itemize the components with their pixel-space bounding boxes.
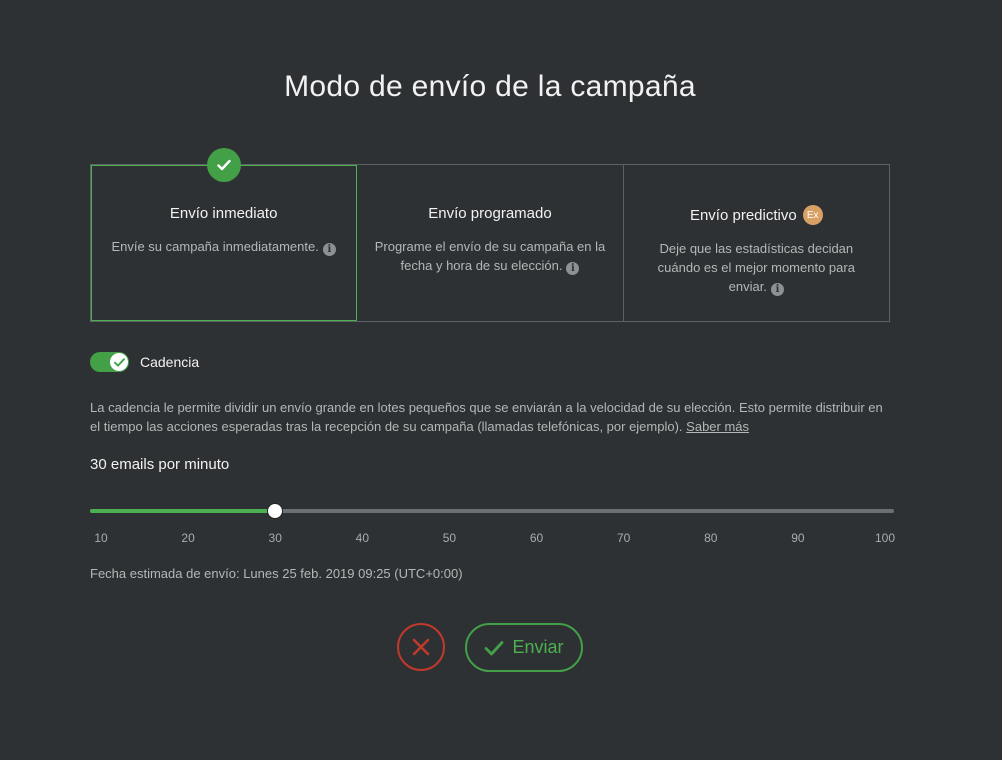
slider-tick-label: 10 [94, 531, 108, 545]
option-description: Programe el envío de su campaña en la fe… [371, 237, 608, 275]
send-mode-options: Envío inmediato Envíe su campaña inmedia… [90, 148, 890, 322]
info-icon[interactable]: i [322, 243, 336, 256]
slider-tick-label: 70 [616, 531, 631, 545]
selected-check-icon [206, 148, 241, 182]
slider-tick-label: 100 [874, 531, 896, 545]
option-title-text: Envío predictivo [689, 206, 797, 224]
cadence-label: Cadencia [140, 354, 200, 370]
slider-ticks: 10 20 30 40 50 60 70 80 90 100 [90, 531, 900, 547]
check-icon [485, 640, 504, 655]
slider-tick-label: 40 [355, 531, 370, 545]
option-predictive-send[interactable]: Envío predictivo Ex Deje que las estadís… [624, 165, 889, 321]
slider-tick-label: 80 [704, 531, 718, 545]
option-title: Envío inmediato [170, 205, 278, 222]
cadence-rate-slider[interactable] [90, 502, 894, 520]
campaign-send-mode-page: Modo de envío de la campaña Envío inmedi… [0, 0, 1002, 760]
cadence-description-text: La cadencia le permite dividir un envío … [90, 400, 883, 434]
slider-thumb[interactable] [267, 503, 284, 519]
learn-more-link[interactable]: Saber más [686, 419, 749, 434]
cadence-rate-label: 30 emails por minuto [90, 456, 230, 473]
option-title-text: Envío inmediato [169, 205, 278, 222]
slider-tick-label: 90 [791, 531, 805, 545]
option-description: Deje que las estadísticas decidan cuándo… [638, 239, 875, 296]
slider-tick-label: 30 [268, 531, 282, 545]
send-button-label: Enviar [512, 637, 564, 657]
slider-tick-label: 50 [442, 531, 457, 545]
cadence-toggle-row: Cadencia [90, 352, 199, 372]
option-title: Envío predictivo Ex [690, 205, 823, 225]
cadence-toggle[interactable] [90, 352, 129, 372]
info-icon[interactable]: i [566, 262, 580, 275]
option-description-text: Envíe su campaña inmediatamente. [111, 239, 319, 254]
slider-tick-label: 20 [181, 531, 195, 545]
close-icon [412, 638, 430, 656]
cancel-button[interactable] [397, 623, 445, 671]
option-description: Envíe su campaña inmediatamente. i [105, 237, 342, 256]
cadence-description: La cadencia le permite dividir un envío … [90, 398, 890, 436]
info-icon[interactable]: i [770, 283, 784, 296]
option-title: Envío programado [428, 205, 551, 222]
toggle-check-icon [110, 353, 128, 371]
slider-fill [90, 509, 276, 513]
send-button[interactable]: Enviar [465, 623, 583, 672]
expert-badge: Ex [802, 205, 823, 225]
page-title: Modo de envío de la campaña [284, 70, 696, 103]
option-description-text: Deje que las estadísticas decidan cuándo… [657, 241, 855, 294]
estimated-send-date: Fecha estimada de envío: Lunes 25 feb. 2… [90, 566, 463, 581]
option-title-text: Envío programado [428, 205, 552, 222]
option-scheduled-send[interactable]: Envío programado Programe el envío de su… [357, 165, 624, 321]
slider-tick-label: 60 [529, 531, 544, 545]
option-immediate-send[interactable]: Envío inmediato Envíe su campaña inmedia… [91, 148, 358, 321]
